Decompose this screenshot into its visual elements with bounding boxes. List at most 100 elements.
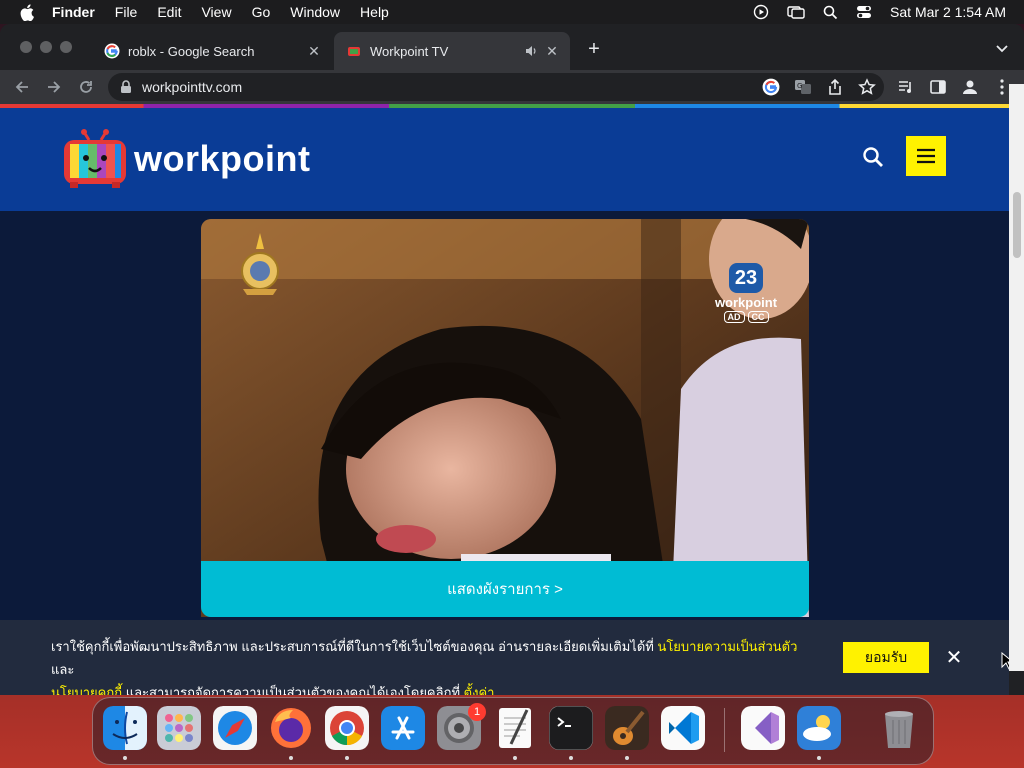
channel-number: 23 xyxy=(729,263,763,293)
channel-name: workpoint xyxy=(714,295,778,310)
cookie-text-part: และสามารถจัดการความเป็นส่วนตัวของคุณได้เ… xyxy=(122,685,464,695)
tab-title: roblx - Google Search xyxy=(128,43,255,59)
schedule-button[interactable]: แสดงผังรายการ > xyxy=(201,561,809,617)
cookie-banner: เราใช้คุกกี้เพื่อพัฒนาประสิทธิภาพ และประ… xyxy=(0,620,1009,695)
menu-go[interactable]: Go xyxy=(252,4,271,20)
logo-text: workpoint xyxy=(134,138,311,179)
cookie-policy-link[interactable]: นโยบายคุกกี้ xyxy=(51,685,122,695)
vscode-icon[interactable] xyxy=(661,706,705,750)
tab-strip: roblx - Google Search ✕ Workpoint TV ✕ + xyxy=(0,24,1024,70)
arrow-right-icon xyxy=(48,81,61,93)
menu-app-name[interactable]: Finder xyxy=(52,4,95,20)
address-url[interactable]: workpointtv.com xyxy=(142,79,242,95)
apple-menu-icon[interactable] xyxy=(18,3,36,21)
dock-running-indicator xyxy=(569,756,573,760)
dock-running-indicator xyxy=(513,756,517,760)
reload-button[interactable] xyxy=(76,77,96,97)
tab-workpoint-tv[interactable]: Workpoint TV ✕ xyxy=(334,32,570,70)
cookie-message: เราใช้คุกกี้เพื่อพัฒนาประสิทธิภาพ และประ… xyxy=(51,635,811,695)
dock-running-indicator xyxy=(345,756,349,760)
menu-clock[interactable]: Sat Mar 2 1:54 AM xyxy=(890,4,1006,20)
menu-help[interactable]: Help xyxy=(360,4,389,20)
spotlight-search-icon[interactable] xyxy=(823,5,838,20)
profile-avatar-icon[interactable] xyxy=(961,78,979,96)
notification-badge: 1 xyxy=(468,703,486,721)
minimize-window-button[interactable] xyxy=(40,41,52,53)
closed-caption-badge: CC xyxy=(747,311,769,323)
mac-menu-bar: Finder File Edit View Go Window Help Sat… xyxy=(0,0,1024,24)
forward-button[interactable] xyxy=(44,77,64,97)
mac-dock xyxy=(92,697,934,765)
arrow-left-icon xyxy=(15,81,28,93)
menu-edit[interactable]: Edit xyxy=(157,4,181,20)
tab-title: Workpoint TV xyxy=(370,43,449,59)
privacy-policy-link[interactable]: นโยบายความเป็นส่วนตัว xyxy=(657,639,797,654)
back-button[interactable] xyxy=(12,77,32,97)
web-page: workpoint 23 workpoint AD CC แสดงผังรายก… xyxy=(0,108,1009,695)
mouse-cursor-icon xyxy=(1001,652,1009,670)
zoom-window-button[interactable] xyxy=(60,41,72,53)
tab-close-icon[interactable]: ✕ xyxy=(544,43,560,59)
tab-close-icon[interactable]: ✕ xyxy=(306,43,322,59)
dock-running-indicator xyxy=(817,756,821,760)
control-center-icon[interactable] xyxy=(856,5,872,19)
audio-description-badge: AD xyxy=(723,311,745,323)
weather-icon[interactable] xyxy=(797,706,841,750)
bookmark-star-icon[interactable] xyxy=(858,78,876,96)
trash-icon[interactable] xyxy=(877,706,921,750)
translate-icon[interactable]: G xyxy=(794,78,812,96)
cookie-text-part: และ xyxy=(51,662,75,677)
live-video-player[interactable]: 23 workpoint AD CC xyxy=(201,219,809,617)
browser-toolbar: workpointtv.com G xyxy=(0,70,1024,104)
textedit-icon[interactable] xyxy=(493,706,537,750)
page-scrollbar[interactable] xyxy=(1009,84,1024,671)
side-panel-icon[interactable] xyxy=(929,78,947,96)
share-icon[interactable] xyxy=(826,78,844,96)
channel-bug: 23 workpoint AD CC xyxy=(707,263,785,337)
app-store-icon[interactable] xyxy=(381,706,425,750)
dock-running-indicator xyxy=(123,756,127,760)
tv-mascot-icon xyxy=(64,129,126,188)
tab-google-search[interactable]: roblx - Google Search ✕ xyxy=(92,32,332,70)
safari-icon[interactable] xyxy=(213,706,257,750)
browser-window: roblx - Google Search ✕ Workpoint TV ✕ +… xyxy=(0,24,1024,695)
menu-window[interactable]: Window xyxy=(290,4,340,20)
speaker-icon[interactable] xyxy=(524,44,538,58)
more-menu-icon[interactable] xyxy=(996,78,1008,96)
cookie-text-part: เราใช้คุกกี้เพื่อพัฒนาประสิทธิภาพ และประ… xyxy=(51,639,658,654)
garageband-icon[interactable] xyxy=(605,706,649,750)
search-icon[interactable] xyxy=(862,146,884,168)
screen-mirroring-icon[interactable] xyxy=(787,4,805,20)
workpoint-icon xyxy=(348,47,360,56)
menu-file[interactable]: File xyxy=(115,4,138,20)
new-tab-button[interactable]: + xyxy=(584,39,604,60)
finder-icon[interactable] xyxy=(103,706,147,750)
visual-studio-icon[interactable] xyxy=(741,706,785,750)
close-window-button[interactable] xyxy=(20,41,32,53)
menu-view[interactable]: View xyxy=(201,4,231,20)
close-icon[interactable]: ✕ xyxy=(944,648,964,668)
workpoint-logo[interactable]: workpoint xyxy=(62,128,310,190)
lock-icon[interactable] xyxy=(120,80,132,94)
scrollbar-thumb[interactable] xyxy=(1013,192,1021,258)
site-header: workpoint xyxy=(0,108,1009,211)
google-icon xyxy=(104,43,120,59)
address-bar[interactable]: workpointtv.com G xyxy=(108,73,884,101)
dock-separator xyxy=(724,708,725,752)
media-control-icon[interactable] xyxy=(897,78,915,96)
launchpad-icon[interactable] xyxy=(157,706,201,750)
cookie-settings-link[interactable]: ตั้งค่า xyxy=(464,685,495,695)
hamburger-icon xyxy=(917,148,935,164)
royal-seal-icon xyxy=(241,233,279,295)
chrome-icon[interactable] xyxy=(325,706,369,750)
reload-icon xyxy=(80,81,92,93)
hamburger-menu-button[interactable] xyxy=(906,136,946,176)
play-status-icon[interactable] xyxy=(753,4,769,20)
chevron-down-icon[interactable] xyxy=(994,40,1010,56)
terminal-icon[interactable] xyxy=(549,706,593,750)
dock-running-indicator xyxy=(289,756,293,760)
accept-cookies-button[interactable]: ยอมรับ xyxy=(843,642,929,673)
google-lens-icon[interactable] xyxy=(762,78,780,96)
svg-text:G: G xyxy=(797,82,802,90)
firefox-icon[interactable] xyxy=(269,706,313,750)
